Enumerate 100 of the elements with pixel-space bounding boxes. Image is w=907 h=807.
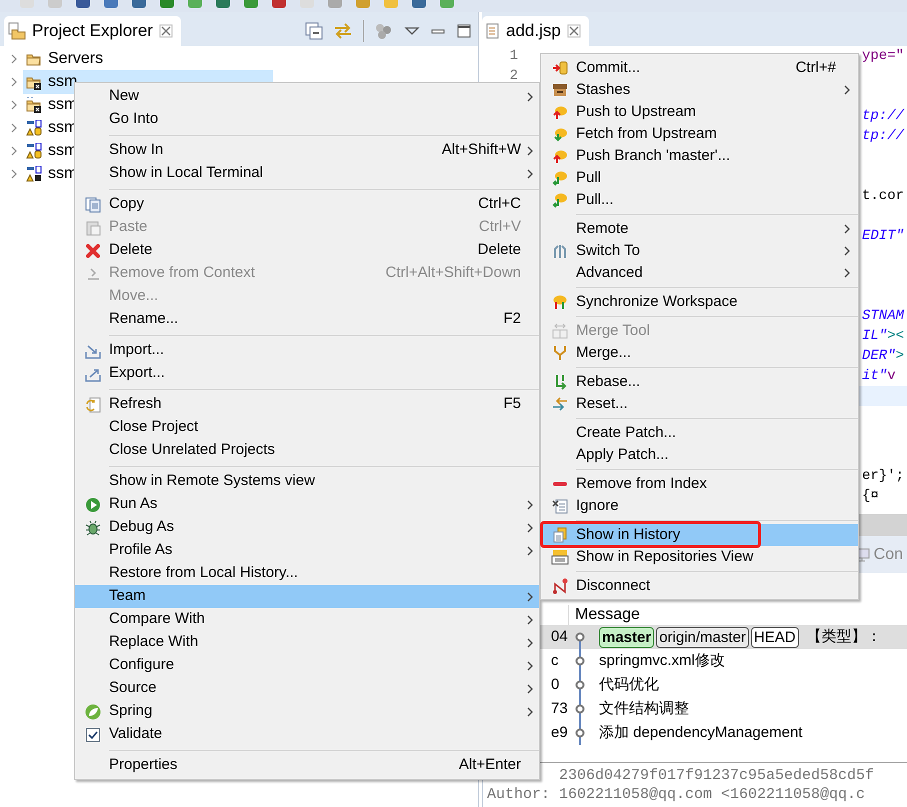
menu-item[interactable]: Import... bbox=[75, 339, 539, 362]
menu-item[interactable]: Commit... Ctrl+# bbox=[541, 57, 858, 79]
editor-tab[interactable]: add.jsp bbox=[482, 16, 589, 46]
code-text: EDIT" bbox=[862, 227, 904, 246]
project-icon bbox=[26, 166, 42, 182]
run-icon bbox=[85, 496, 101, 512]
code-text: it" bbox=[862, 367, 888, 386]
menu-item[interactable]: Restore from Local History... bbox=[75, 562, 539, 585]
graph-node-icon bbox=[574, 697, 586, 721]
menu-item[interactable]: Fetch from Upstream bbox=[541, 123, 858, 145]
ref-label: origin/master bbox=[656, 626, 749, 648]
shortcut-text: Ctrl+V bbox=[478, 217, 521, 238]
view-menu-icon[interactable] bbox=[404, 25, 420, 37]
menu-item[interactable]: Synchronize Workspace bbox=[541, 291, 858, 313]
column-header[interactable]: Message bbox=[569, 605, 640, 625]
graph-node-icon bbox=[574, 649, 586, 673]
commit-id: 73 bbox=[551, 700, 568, 717]
cloud-up-icon bbox=[552, 148, 568, 164]
toolbar-icon[interactable] bbox=[76, 0, 90, 8]
cloud-down-icon bbox=[552, 126, 568, 142]
menu-item[interactable]: Switch To bbox=[541, 240, 858, 262]
menu-item[interactable]: Push Branch 'master'... bbox=[541, 145, 858, 167]
menu-item[interactable]: Remove from Index bbox=[541, 473, 858, 495]
toolbar-icon[interactable] bbox=[104, 0, 118, 8]
merge-icon bbox=[552, 345, 568, 361]
line-number: 2 bbox=[508, 67, 518, 86]
menu-item[interactable]: Remote bbox=[541, 218, 858, 240]
menu-item[interactable]: Show In Alt+Shift+W bbox=[75, 139, 539, 162]
menu-item[interactable]: Apply Patch... bbox=[541, 444, 858, 466]
menu-item[interactable]: Pull bbox=[541, 167, 858, 189]
ref-label: master bbox=[599, 626, 654, 648]
graph-node-icon bbox=[574, 721, 586, 745]
file-icon bbox=[486, 23, 500, 39]
view-tab[interactable]: Project Explorer bbox=[4, 16, 181, 46]
menu-item[interactable]: Export... bbox=[75, 362, 539, 385]
code-text: t.cor bbox=[862, 187, 904, 206]
code-text: > bbox=[896, 347, 904, 366]
toolbar-icon[interactable] bbox=[272, 0, 286, 8]
menu-item[interactable]: Reset... bbox=[541, 393, 858, 415]
menu-item[interactable]: Close Project bbox=[75, 416, 539, 439]
menu-item[interactable]: Push to Upstream bbox=[541, 101, 858, 123]
sync-icon bbox=[552, 294, 568, 310]
box-icon bbox=[552, 82, 568, 98]
project-icon bbox=[26, 142, 42, 158]
menu-item[interactable]: Go Into bbox=[75, 108, 539, 131]
collapse-icon[interactable] bbox=[305, 22, 323, 40]
menu-item[interactable]: Ignore bbox=[541, 495, 858, 517]
toolbar-icon[interactable] bbox=[216, 0, 230, 8]
delete-icon bbox=[85, 242, 101, 258]
code-text: >< bbox=[887, 327, 904, 346]
menu-item[interactable]: Team bbox=[75, 585, 539, 608]
link-icon[interactable] bbox=[333, 22, 353, 40]
menu-item[interactable]: Show in Repositories View bbox=[541, 546, 858, 568]
tree-item[interactable]: Servers bbox=[23, 46, 106, 70]
menu-item[interactable]: Run As bbox=[75, 493, 539, 516]
menu-item[interactable]: Show in Local Terminal bbox=[75, 162, 539, 185]
menu-item[interactable]: Delete Delete bbox=[75, 239, 539, 262]
shortcut-text: Alt+Shift+W bbox=[442, 140, 521, 160]
cloud-down-icon bbox=[552, 192, 568, 208]
menu-item[interactable]: Merge... bbox=[541, 342, 858, 364]
detail-text: Author: 1602211058@qq.com <1602211058@qq.c bbox=[487, 785, 866, 803]
menu-item[interactable]: Copy Ctrl+C bbox=[75, 193, 539, 216]
code-text: er}'; bbox=[862, 467, 904, 486]
menu-item[interactable]: Close Unrelated Projects bbox=[75, 439, 539, 462]
menu-item[interactable]: Refresh F5 bbox=[75, 393, 539, 416]
commit-message: 文件结构调整 bbox=[599, 698, 689, 719]
copy-icon bbox=[85, 196, 101, 212]
menu-item[interactable]: Debug As bbox=[75, 516, 539, 539]
toolbar-icon[interactable] bbox=[160, 0, 174, 8]
bug-icon bbox=[85, 520, 101, 536]
menu-item[interactable]: Show in History bbox=[541, 524, 858, 546]
code-text: v bbox=[887, 367, 896, 386]
close-icon[interactable] bbox=[158, 24, 173, 38]
commit-message: 【类型】： bbox=[806, 626, 882, 647]
code-text: IL" bbox=[862, 327, 888, 346]
menu-item[interactable]: Profile As bbox=[75, 539, 539, 562]
menu-item[interactable]: Stashes bbox=[541, 79, 858, 101]
shortcut-text: F2 bbox=[503, 309, 521, 330]
close-icon[interactable] bbox=[566, 24, 581, 38]
shortcut-text: Ctrl+C bbox=[478, 194, 521, 214]
menu-item[interactable]: Pull... bbox=[541, 189, 858, 211]
menu-item[interactable]: Show in Remote Systems view bbox=[75, 470, 539, 493]
commit-message: 代码优化 bbox=[599, 674, 659, 695]
toolbar-icon[interactable] bbox=[244, 0, 258, 8]
commit-icon bbox=[552, 60, 568, 76]
detail-text: 2306d04279f017f91237c95a5eded58cd5f bbox=[559, 766, 874, 784]
shortcut-text: Ctrl+Alt+Shift+Down bbox=[386, 263, 521, 284]
checkbox[interactable] bbox=[86, 728, 100, 742]
menu-item[interactable]: Rename... F2 bbox=[75, 308, 539, 331]
menu-item[interactable]: Properties Alt+Enter bbox=[75, 754, 539, 777]
menu-item[interactable]: Disconnect bbox=[541, 575, 858, 597]
maximize-icon[interactable] bbox=[456, 23, 472, 39]
menu-item[interactable]: Rebase... bbox=[541, 371, 858, 393]
menu-item[interactable]: Advanced bbox=[541, 262, 858, 284]
menu-item[interactable]: Create Patch... bbox=[541, 422, 858, 444]
toolbar-icon[interactable] bbox=[412, 0, 426, 8]
shortcut-text: Ctrl+# bbox=[796, 58, 836, 78]
toolbar-icon[interactable] bbox=[132, 0, 146, 8]
commit-id: 0 bbox=[551, 676, 560, 693]
code-text: STNAM bbox=[862, 307, 904, 326]
